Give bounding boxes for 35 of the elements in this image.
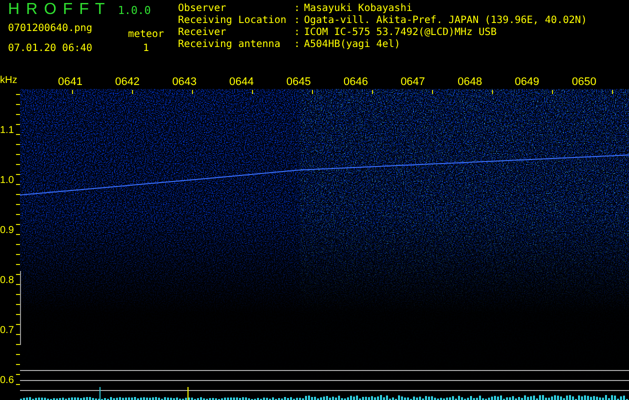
info-label: Observer [178,3,228,15]
file-name: 0701200640.png [8,23,94,35]
info-value: Masayuki Kobayashi [304,3,412,15]
time-label: 0646 [343,75,369,89]
version-number: 1.0.0 [118,4,151,17]
time-label: 0649 [514,75,540,89]
time-label: 0642 [115,75,141,89]
info-label: Receiving antenna [178,39,282,51]
frequency-label: 0.8 [0,275,14,286]
frequency-label: 1.0 [0,175,14,186]
time-label: 0643 [172,75,198,89]
time-label: 0644 [229,75,255,89]
info-value: A504HB(yagi 4el) [304,39,400,51]
meteor-label: meteor [128,29,164,41]
info-label: Receiving Location [178,15,288,27]
time-label: 0645 [286,75,312,89]
meteor-count: 1 [142,43,150,55]
info-separator: : [294,27,302,39]
info-value: Ogata-vill. Akita-Pref. JAPAN (139.96E, 40.02N) [304,15,587,27]
info-separator: : [294,3,302,15]
time-label: 0650 [572,75,598,89]
timestamp: 07.01.20 06:40 [8,43,94,55]
time-label: 0648 [458,75,484,89]
time-label: 0647 [400,75,426,89]
info-separator: : [294,15,302,27]
frequency-label: 1.1 [0,125,14,136]
time-label: 0641 [58,75,84,89]
info-separator: : [294,39,302,51]
info-label: Receiver [178,27,228,39]
info-value: ICOM IC-575 53.7492(@LCD)MHz USB [304,27,497,39]
frequency-unit: kHz [0,75,18,87]
frequency-label: 0.9 [0,225,14,236]
frequency-label: 0.6 [0,375,14,386]
frequency-label: 0.7 [0,325,14,336]
program-title: H R O F F T [8,1,106,19]
